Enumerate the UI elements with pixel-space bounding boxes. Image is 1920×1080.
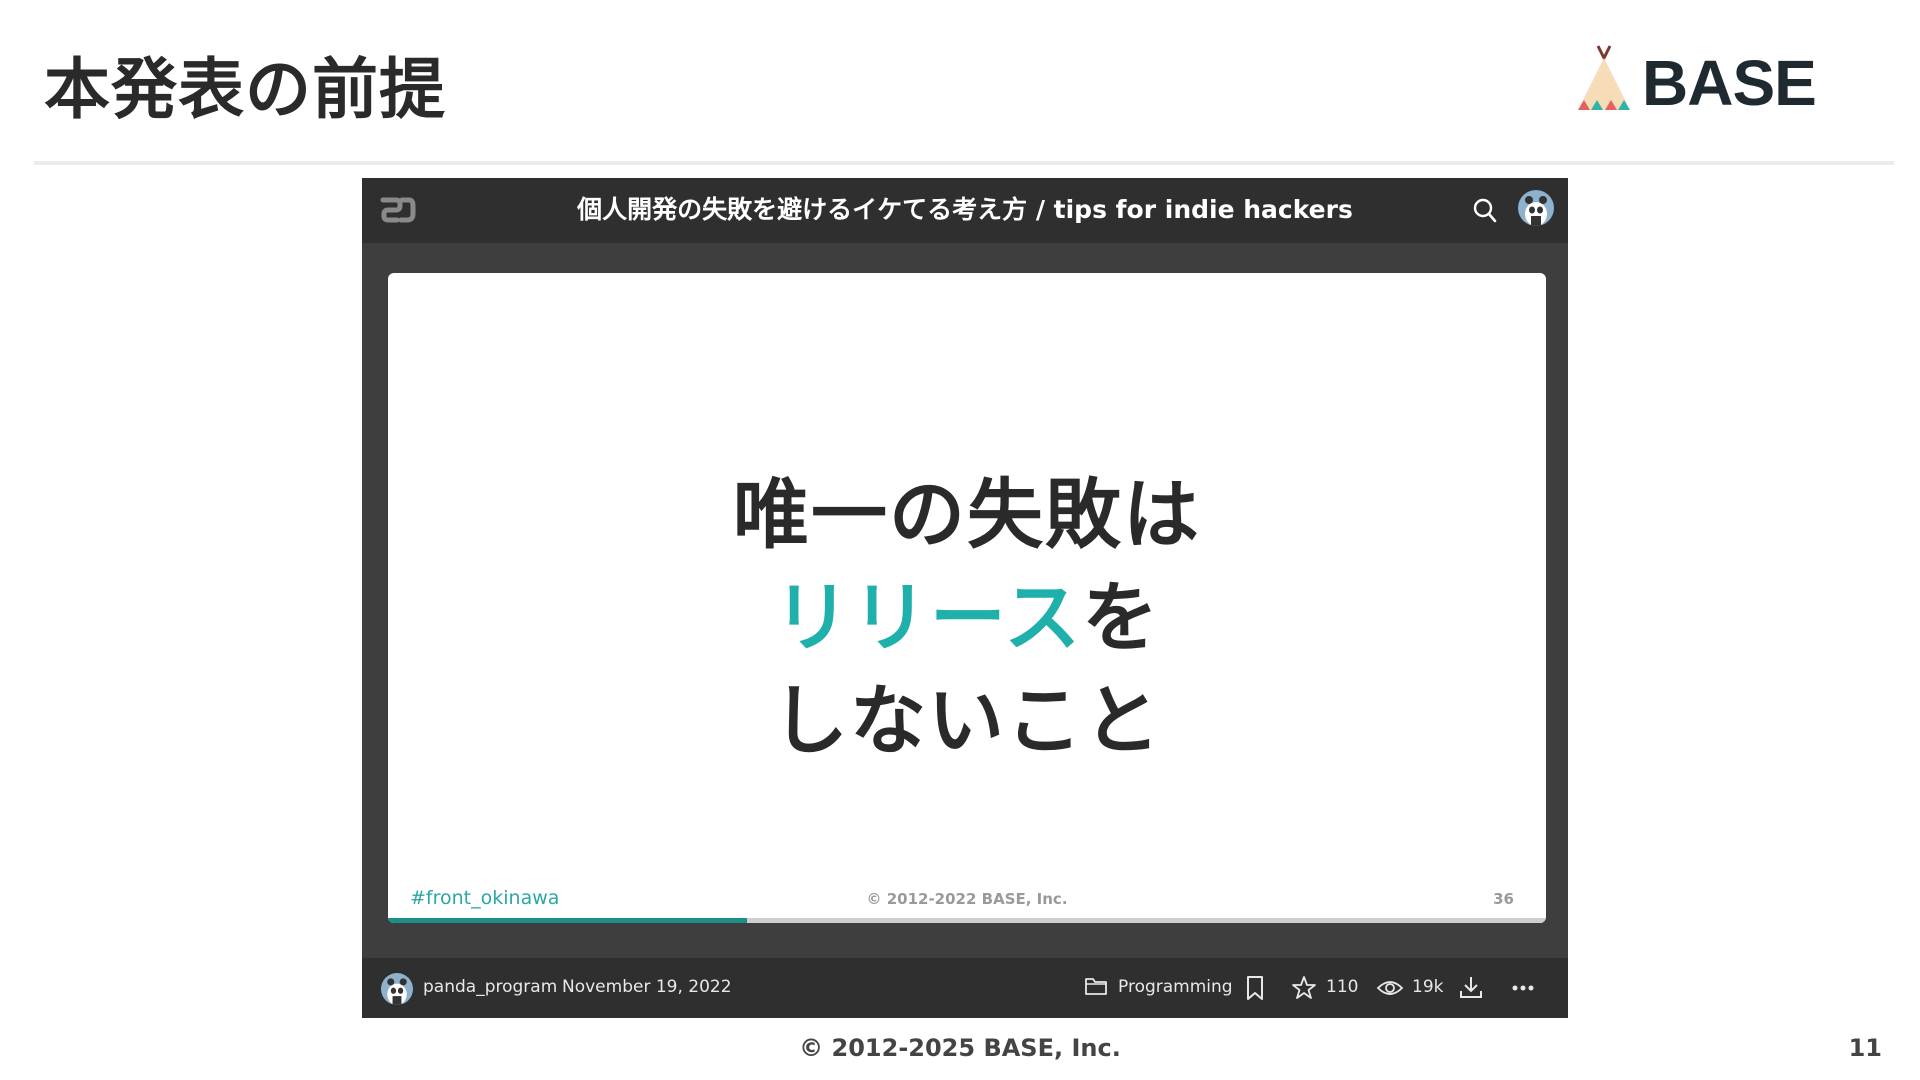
- speakerdeck-embed: 個人開発の失敗を避けるイケてる考え方 / tips for indie hack…: [362, 178, 1568, 1018]
- avatar[interactable]: [1518, 190, 1554, 226]
- star-icon[interactable]: [1291, 975, 1317, 1001]
- more-icon[interactable]: [1512, 984, 1534, 992]
- publish-date: November 19, 2022: [562, 977, 732, 997]
- embed-header: 個人開発の失敗を避けるイケてる考え方 / tips for indie hack…: [362, 178, 1568, 243]
- slide-text-line-3: しないこと: [772, 676, 1162, 765]
- slide-text-accent: リリース: [773, 573, 1083, 662]
- slide-page-number: 36: [1493, 890, 1514, 908]
- author-avatar[interactable]: [381, 973, 413, 1005]
- page-title: 本発表の前提: [44, 51, 446, 128]
- category-link[interactable]: Programming: [1118, 977, 1233, 997]
- speakerdeck-logo-icon[interactable]: [380, 196, 416, 224]
- author-name[interactable]: panda_program: [423, 977, 557, 997]
- slide-text-line-2-rest: を: [1082, 573, 1161, 662]
- folder-icon: [1085, 978, 1107, 995]
- download-icon[interactable]: [1458, 975, 1484, 1001]
- view-count: 19k: [1412, 977, 1444, 997]
- embed-footer: panda_program November 19, 2022 Programm…: [362, 958, 1568, 1018]
- slide-text-line-1: 唯一の失敗は: [733, 470, 1201, 559]
- bookmark-icon[interactable]: [1244, 975, 1266, 1001]
- teepee-logo-icon: [1578, 45, 1630, 110]
- slide-text-line-2: リリースを: [388, 556, 1546, 666]
- slide-progress-fill: [388, 918, 747, 923]
- base-logo: BASE: [1574, 44, 1817, 120]
- star-count: 110: [1326, 977, 1359, 997]
- logo-text: BASE: [1642, 47, 1817, 119]
- eye-icon: [1376, 981, 1404, 995]
- slide-copyright: © 2012-2022 BASE, Inc.: [866, 890, 1068, 908]
- page-number: 11: [1848, 1034, 1882, 1062]
- deck-title[interactable]: 個人開発の失敗を避けるイケてる考え方 / tips for indie hack…: [472, 190, 1458, 226]
- page-copyright: © 2012-2025 BASE, Inc.: [799, 1034, 1121, 1062]
- slide-progress-bar[interactable]: [388, 918, 1546, 923]
- slide-frame[interactable]: 唯一の失敗は リリースを しないこと #front_okinawa © 2012…: [388, 273, 1546, 923]
- search-icon[interactable]: [1472, 196, 1498, 224]
- title-divider: [34, 161, 1894, 165]
